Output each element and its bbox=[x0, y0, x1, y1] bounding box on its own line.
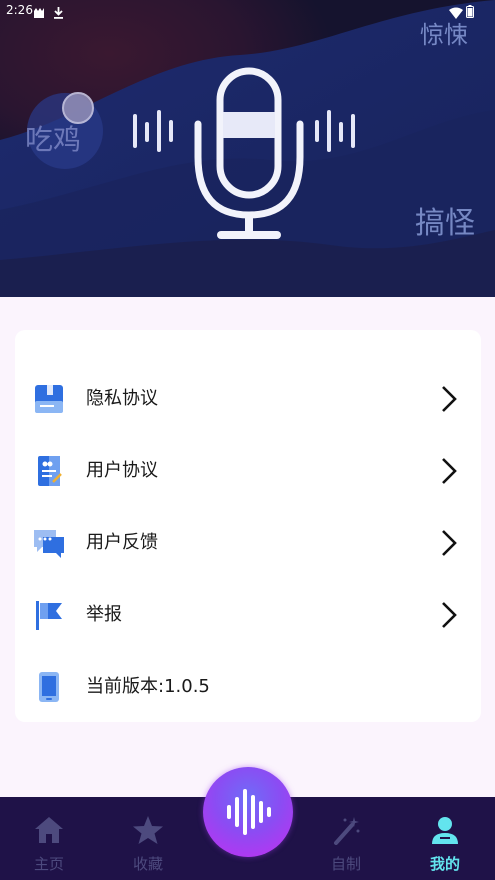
chevron-right-icon bbox=[439, 456, 459, 486]
star-icon bbox=[132, 815, 164, 845]
chevron-right-icon bbox=[439, 600, 459, 630]
menu-label-user-agreement: 用户协议 bbox=[86, 460, 158, 481]
nav-label-favorites: 收藏 bbox=[132, 855, 163, 873]
menu-item-feedback[interactable]: 用户反馈 bbox=[15, 516, 481, 570]
download-icon bbox=[53, 4, 64, 23]
phone-icon bbox=[33, 671, 65, 703]
hero-tag-funny: 搞怪 bbox=[415, 206, 475, 241]
nav-item-mine[interactable]: 我的 bbox=[405, 797, 485, 880]
home-icon bbox=[33, 815, 65, 845]
menu-label-privacy: 隐私协议 bbox=[86, 388, 158, 409]
nav-label-create: 自制 bbox=[330, 855, 361, 873]
nav-item-create[interactable]: 自制 bbox=[306, 797, 386, 880]
nav-label-mine: 我的 bbox=[429, 855, 460, 873]
menu-item-report[interactable]: 举报 bbox=[15, 588, 481, 642]
status-time: 2:26 bbox=[6, 3, 33, 17]
hero-banner: 惊悚 吃鸡 搞怪 bbox=[0, 0, 495, 297]
settings-card: 隐私协议 用户协议 用户反馈 举报 当前版本:1.0.5 bbox=[15, 330, 481, 722]
menu-item-privacy[interactable]: 隐私协议 bbox=[15, 372, 481, 426]
nav-item-home[interactable]: 主页 bbox=[9, 797, 89, 880]
version-label: 当前版本:1.0.5 bbox=[86, 676, 210, 697]
hero-tag-chicken: 吃鸡 bbox=[25, 123, 82, 156]
wifi-icon bbox=[449, 4, 463, 23]
magic-wand-icon bbox=[330, 815, 362, 845]
notification-icon bbox=[33, 4, 45, 23]
nav-item-favorites[interactable]: 收藏 bbox=[108, 797, 188, 880]
status-bar: 2:26 bbox=[0, 0, 495, 22]
menu-item-version: 当前版本:1.0.5 bbox=[15, 660, 481, 714]
menu-item-user-agreement[interactable]: 用户协议 bbox=[15, 444, 481, 498]
chevron-right-icon bbox=[439, 528, 459, 558]
user-agreement-icon bbox=[33, 455, 65, 487]
menu-label-report: 举报 bbox=[86, 604, 122, 625]
privacy-book-icon bbox=[33, 383, 65, 415]
user-icon bbox=[429, 815, 461, 845]
microphone-icon bbox=[133, 67, 355, 239]
battery-icon bbox=[466, 3, 474, 22]
sound-wave-icon bbox=[227, 789, 271, 835]
nav-label-home: 主页 bbox=[33, 855, 64, 873]
menu-label-feedback: 用户反馈 bbox=[86, 532, 158, 553]
record-voice-button[interactable] bbox=[203, 767, 293, 857]
chevron-right-icon bbox=[439, 384, 459, 414]
feedback-chat-icon bbox=[33, 527, 65, 559]
report-flag-icon bbox=[33, 599, 65, 631]
